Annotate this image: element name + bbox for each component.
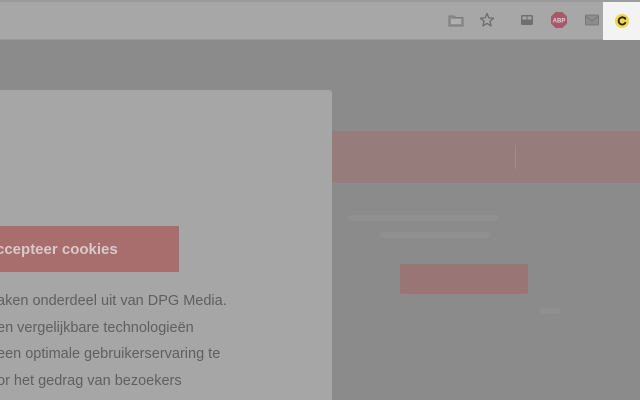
cookie-text-line: en vergelijkbare technologieën	[0, 319, 194, 336]
adblock-icon[interactable]: ABP	[549, 10, 569, 30]
background-header-band	[330, 131, 640, 183]
background-text-line	[540, 308, 560, 314]
cookie-text-line: aken onderdeel uit van DPG Media.	[0, 293, 227, 309]
toolbar-top-border	[0, 0, 640, 2]
background-text-line	[380, 232, 490, 238]
extension-icon[interactable]	[517, 10, 537, 30]
refresh-extension-button[interactable]	[603, 2, 640, 40]
cookie-text-line: een optimale gebruikerservaring te	[0, 346, 221, 362]
mail-icon[interactable]	[582, 10, 602, 30]
star-icon[interactable]	[477, 10, 497, 30]
cookie-text-line: or het gedrag van bezoekers	[0, 372, 182, 389]
background-text-line	[348, 215, 498, 221]
band-separator	[515, 145, 516, 169]
refresh-extension-icon	[614, 14, 629, 28]
accept-cookies-button[interactable]: ccepteer cookies	[0, 226, 179, 272]
cookie-consent-text: aken onderdeel uit van DPG Media. en ver…	[0, 288, 332, 394]
adblock-badge-text: ABP	[553, 19, 566, 25]
background-button	[400, 264, 528, 294]
browser-toolbar: ABP	[0, 0, 640, 40]
accept-cookies-label: ccepteer cookies	[0, 240, 118, 258]
folder-icon[interactable]	[446, 10, 466, 30]
